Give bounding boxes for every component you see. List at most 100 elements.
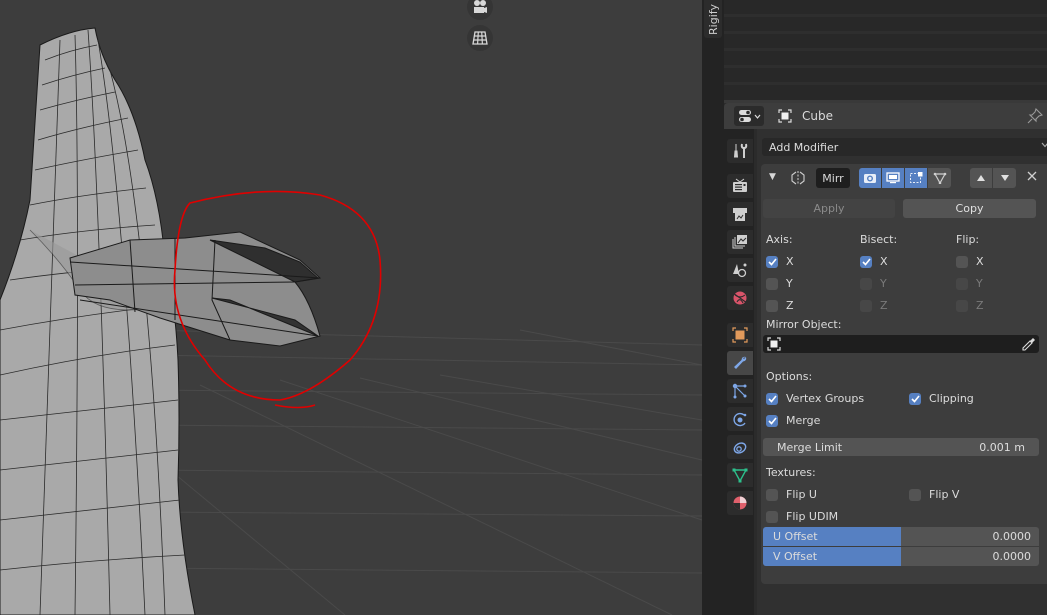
axis-z-checkbox[interactable]: Z xyxy=(766,299,794,312)
close-icon[interactable] xyxy=(1026,170,1038,182)
checkbox-label: Flip V xyxy=(929,488,960,501)
tab-view-layer[interactable] xyxy=(727,230,753,254)
collapse-triangle-icon[interactable]: ▼ xyxy=(769,172,776,182)
u-offset-slider[interactable]: U Offset 0.0000 xyxy=(763,527,1039,546)
merge-limit-field[interactable]: Merge Limit 0.001 m xyxy=(763,438,1039,456)
checkbox[interactable] xyxy=(766,299,778,312)
axis-x-checkbox[interactable]: X xyxy=(766,255,794,268)
triangle-down-icon xyxy=(1000,175,1009,181)
apply-label: Apply xyxy=(813,202,845,215)
checkbox[interactable] xyxy=(860,299,872,312)
checkbox[interactable] xyxy=(766,414,778,427)
checkbox[interactable] xyxy=(766,488,778,501)
tab-modifiers[interactable] xyxy=(727,351,753,375)
properties-tabs xyxy=(724,129,754,615)
flip-udim-checkbox[interactable]: Flip UDIM xyxy=(766,510,838,523)
editor-type-selector[interactable] xyxy=(734,106,764,126)
checkbox-label: Y xyxy=(976,277,983,290)
v-offset-slider[interactable]: V Offset 0.0000 xyxy=(763,547,1039,566)
tab-object[interactable] xyxy=(727,323,753,347)
scene-icon xyxy=(733,263,747,278)
flip-u-checkbox[interactable]: Flip U xyxy=(766,488,817,501)
particles-icon xyxy=(732,383,747,399)
checkmark-icon xyxy=(767,257,777,266)
checkbox-label: X xyxy=(880,255,888,268)
eyedropper-icon[interactable] xyxy=(1022,337,1036,351)
move-up-button[interactable] xyxy=(970,168,993,188)
toggle-viewport[interactable] xyxy=(882,168,905,188)
copy-button[interactable]: Copy xyxy=(903,199,1036,218)
mesh-data-icon xyxy=(732,468,748,483)
flip-label: Flip: xyxy=(956,233,980,246)
tab-output[interactable] xyxy=(727,202,753,226)
render-icon xyxy=(733,178,747,192)
checkmark-icon xyxy=(767,416,777,425)
floor-grid xyxy=(149,329,702,615)
toggle-render[interactable] xyxy=(859,168,882,188)
checkbox[interactable] xyxy=(860,255,872,268)
tab-material[interactable] xyxy=(727,491,753,515)
axis-y-checkbox[interactable]: Y xyxy=(766,277,793,290)
v-offset-label: V Offset xyxy=(773,550,818,563)
apply-button[interactable]: Apply xyxy=(763,199,895,218)
checkbox-label: X xyxy=(976,255,984,268)
checkbox[interactable] xyxy=(956,255,968,268)
checkbox[interactable] xyxy=(766,510,778,523)
add-modifier-dropdown[interactable]: Add Modifier xyxy=(762,138,1047,156)
bisect-z-checkbox[interactable]: Z xyxy=(860,299,888,312)
flip-y-checkbox[interactable]: Y xyxy=(956,277,983,290)
modifier-visibility-toggles xyxy=(859,168,951,188)
mirror-modifier-icon xyxy=(791,171,805,185)
sidebar-panel xyxy=(724,0,1047,100)
toggle-editmode[interactable] xyxy=(905,168,928,188)
tab-mesh-data[interactable] xyxy=(727,463,753,487)
checkbox[interactable] xyxy=(956,299,968,312)
object-breadcrumb: Cube xyxy=(778,109,833,123)
checkbox-label: Z xyxy=(976,299,984,312)
checkbox[interactable] xyxy=(909,488,921,501)
properties-header: Cube xyxy=(724,103,1047,129)
merge-limit-label: Merge Limit xyxy=(777,440,843,454)
checkbox-label: Vertex Groups xyxy=(786,392,865,405)
tab-constraints[interactable] xyxy=(727,435,753,459)
3d-viewport[interactable] xyxy=(0,0,702,615)
textures-label: Textures: xyxy=(766,466,816,479)
tab-tool[interactable] xyxy=(727,139,753,163)
wrench-icon xyxy=(734,356,747,369)
checkbox-label: Z xyxy=(786,299,794,312)
sidebar-tab-rigify[interactable]: Rigify xyxy=(704,0,722,38)
modifier-header: ▼ Mirr xyxy=(761,164,1047,192)
triangle-up-icon xyxy=(977,175,985,181)
mirror-object-field[interactable] xyxy=(763,335,1039,353)
bisect-label: Bisect: xyxy=(860,233,898,246)
clipping-checkbox[interactable]: Clipping xyxy=(909,392,974,405)
checkbox[interactable] xyxy=(766,255,778,268)
tab-scene[interactable] xyxy=(727,258,753,282)
perspective-toggle-button[interactable] xyxy=(467,25,493,51)
checkbox-label: Y xyxy=(880,277,887,290)
copy-label: Copy xyxy=(955,202,984,215)
checkbox[interactable] xyxy=(766,392,778,405)
monitor-icon xyxy=(886,172,900,184)
move-down-button[interactable] xyxy=(993,168,1016,188)
tab-render[interactable] xyxy=(727,174,753,198)
pin-icon[interactable] xyxy=(1027,108,1043,124)
tab-particles[interactable] xyxy=(727,379,753,403)
flip-x-checkbox[interactable]: X xyxy=(956,255,984,268)
vertex-groups-checkbox[interactable]: Vertex Groups xyxy=(766,392,864,405)
output-icon xyxy=(733,208,747,221)
checkbox-label: X xyxy=(786,255,794,268)
modifier-name-field[interactable]: Mirr xyxy=(816,168,850,188)
checkbox[interactable] xyxy=(909,392,921,405)
flip-v-checkbox[interactable]: Flip V xyxy=(909,488,959,501)
checkbox[interactable] xyxy=(956,277,968,290)
bisect-x-checkbox[interactable]: X xyxy=(860,255,888,268)
tab-physics[interactable] xyxy=(727,407,753,431)
bisect-y-checkbox[interactable]: Y xyxy=(860,277,887,290)
toggle-on-cage[interactable] xyxy=(928,168,951,188)
checkbox[interactable] xyxy=(766,277,778,290)
merge-checkbox[interactable]: Merge xyxy=(766,414,820,427)
checkbox[interactable] xyxy=(860,277,872,290)
tab-world[interactable] xyxy=(727,286,753,310)
flip-z-checkbox[interactable]: Z xyxy=(956,299,984,312)
